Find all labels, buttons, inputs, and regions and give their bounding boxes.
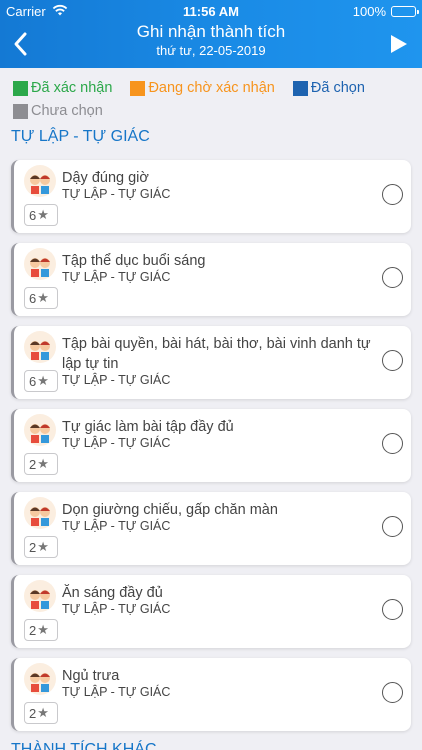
select-radio[interactable] [382,350,403,371]
points-badge: 6 ★ [24,287,58,309]
list-item[interactable]: 2 ★ Dọn giường chiếu, gấp chăn màn TỰ LẬP… [11,492,411,565]
avatar [24,580,56,612]
select-radio[interactable] [382,184,403,205]
select-radio[interactable] [382,267,403,288]
points-badge: 2 ★ [24,536,58,558]
star-icon: ★ [37,207,49,222]
list-item[interactable]: 2 ★ Ngủ trưa TỰ LẬP - TỰ GIÁC [11,658,411,731]
points-badge: 6 ★ [24,204,58,226]
item-title: Tập bài quyền, bài hát, bài thơ, bài vin… [62,336,371,372]
points-badge: 2 ★ [24,453,58,475]
star-icon: ★ [37,705,49,720]
star-icon: ★ [37,456,49,471]
item-title: Dọn giường chiếu, gấp chăn màn [62,502,278,518]
select-radio[interactable] [382,599,403,620]
legend-swatch-blue [292,80,308,96]
avatar [24,663,56,695]
list-item[interactable]: 2 ★ Ăn sáng đầy đủ TỰ LẬP - TỰ GIÁC [11,575,411,648]
star-icon: ★ [37,290,49,305]
list-item[interactable]: 6 ★ Tập thể dục buổi sáng TỰ LẬP - TỰ GIÁ… [11,243,411,316]
avatar [24,331,56,363]
item-category: TỰ LẬP - TỰ GIÁC [62,373,171,387]
points-badge: 6 ★ [24,370,58,392]
next-section-title: THÀNH TÍCH KHÁC [11,741,157,750]
battery-percent: 100% [352,4,386,19]
next-play-icon[interactable] [388,33,410,55]
legend-label: Đã chọn [310,80,365,96]
points-value: 6 [29,207,37,223]
avatar [24,497,56,529]
legend-swatch-green [13,80,28,96]
legend-swatch-orange [130,80,146,96]
points-badge: 2 ★ [24,619,58,641]
item-category: TỰ LẬP - TỰ GIÁC [62,270,171,284]
points-value: 2 [29,456,37,472]
avatar [24,165,56,197]
legend-unselected: Chưa chọn [13,100,103,122]
item-category: TỰ LẬP - TỰ GIÁC [62,519,171,533]
legend-swatch-gray [13,103,28,119]
section-title: TỰ LẬP - TỰ GIÁC [11,128,150,145]
star-icon: ★ [37,622,49,637]
status-legend: Đã xác nhận Đang chờ xác nhận Đã chọn [13,77,413,99]
item-title: Tự giác làm bài tập đầy đủ [62,419,234,435]
star-icon: ★ [37,373,49,388]
avatar [24,414,56,446]
item-category: TỰ LẬP - TỰ GIÁC [62,187,171,201]
select-radio[interactable] [382,516,403,537]
item-title: Ăn sáng đầy đủ [62,585,163,601]
legend-confirmed: Đã xác nhận [13,77,112,99]
star-icon: ★ [37,539,49,554]
battery-icon [391,6,419,17]
points-badge: 2 ★ [24,702,58,724]
header-bar: Carrier 11:56 AM 100% Ghi nhận thành tíc… [0,0,422,68]
points-value: 2 [29,705,37,721]
points-value: 6 [29,290,37,306]
page-subtitle-date: thứ tư, 22-05-2019 [156,43,266,58]
status-bar: Carrier 11:56 AM 100% [0,0,422,22]
legend-selected: Đã chọn [292,77,365,99]
item-category: TỰ LẬP - TỰ GIÁC [62,685,171,699]
item-title: Tập thể dục buổi sáng [62,253,206,269]
points-value: 2 [29,539,37,555]
item-title: Dậy đúng giờ [62,170,149,186]
list-item[interactable]: 2 ★ Tự giác làm bài tập đầy đủ TỰ LẬP - T… [11,409,411,482]
item-category: TỰ LẬP - TỰ GIÁC [62,436,171,450]
item-title: Ngủ trưa [62,668,120,684]
status-legend-row2: Chưa chọn [13,100,117,122]
list-item[interactable]: 6 ★ Tập bài quyền, bài hát, bài thơ, bài … [11,326,411,399]
select-radio[interactable] [382,433,403,454]
legend-label: Đang chờ xác nhận [148,80,275,96]
legend-label: Đã xác nhận [31,80,113,96]
legend-pending: Đang chờ xác nhận [130,77,275,99]
page-title: Ghi nhận thành tích [136,22,286,41]
legend-label: Chưa chọn [31,103,103,119]
item-category: TỰ LẬP - TỰ GIÁC [62,602,171,616]
avatar [24,248,56,280]
points-value: 6 [29,373,37,389]
select-radio[interactable] [382,682,403,703]
list-item[interactable]: 6 ★ Dậy đúng giờ TỰ LẬP - TỰ GIÁC [11,160,411,233]
points-value: 2 [29,622,37,638]
